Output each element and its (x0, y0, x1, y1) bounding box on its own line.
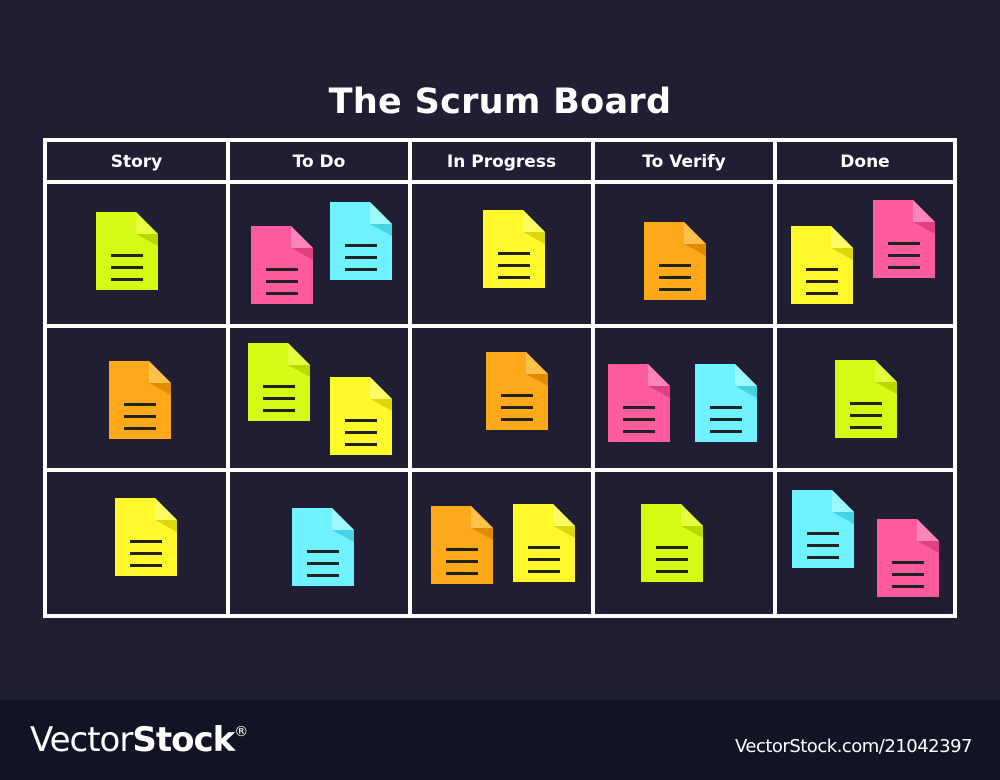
grid-line-vertical (591, 138, 595, 618)
document-icon (330, 202, 392, 280)
document-icon (873, 200, 935, 278)
sticky-note-lime[interactable] (641, 504, 703, 582)
document-icon (486, 352, 548, 430)
footer-bar: VectorStock® VectorStock.com/21042397 (0, 700, 1000, 780)
document-icon (835, 360, 897, 438)
grid-line-vertical (226, 138, 230, 618)
sticky-note-lime[interactable] (835, 360, 897, 438)
sticky-note-yellow[interactable] (513, 504, 575, 582)
scrum-board: Story To Do In Progress To Verify Done (43, 138, 957, 618)
sticky-note-orange[interactable] (109, 361, 171, 439)
document-icon (330, 377, 392, 455)
column-header-done[interactable]: Done (777, 142, 953, 182)
document-icon (608, 364, 670, 442)
document-icon (644, 222, 706, 300)
document-icon (431, 506, 493, 584)
board-title: The Scrum Board (328, 82, 672, 122)
grid-line-vertical (408, 138, 412, 618)
sticky-note-cyan[interactable] (330, 202, 392, 280)
document-icon (248, 343, 310, 421)
document-icon (877, 519, 939, 597)
column-header-to-do[interactable]: To Do (230, 142, 408, 182)
column-header-story[interactable]: Story (47, 142, 226, 182)
grid-line-horizontal (43, 468, 957, 472)
stock-id: VectorStock.com/21042397 (734, 736, 973, 757)
document-icon (513, 504, 575, 582)
sticky-note-yellow[interactable] (791, 226, 853, 304)
document-icon (251, 226, 313, 304)
document-icon (96, 212, 158, 290)
sticky-note-pink[interactable] (873, 200, 935, 278)
sticky-note-orange[interactable] (486, 352, 548, 430)
grid-line-vertical (953, 138, 957, 618)
sticky-note-cyan[interactable] (292, 508, 354, 586)
registered-mark: ® (234, 724, 248, 740)
sticky-note-orange[interactable] (431, 506, 493, 584)
sticky-note-pink[interactable] (877, 519, 939, 597)
document-icon (115, 498, 177, 576)
column-header-to-verify[interactable]: To Verify (595, 142, 773, 182)
sticky-note-lime[interactable] (96, 212, 158, 290)
sticky-note-pink[interactable] (251, 226, 313, 304)
sticky-note-lime[interactable] (248, 343, 310, 421)
grid-line-vertical (773, 138, 777, 618)
document-icon (483, 210, 545, 288)
document-icon (292, 508, 354, 586)
column-header-in-progress[interactable]: In Progress (412, 142, 591, 182)
grid-line-horizontal (43, 614, 957, 618)
vectorstock-logo[interactable]: VectorStock® (30, 720, 248, 760)
document-icon (641, 504, 703, 582)
sticky-note-yellow[interactable] (330, 377, 392, 455)
document-icon (109, 361, 171, 439)
logo-bold-text: Stock (132, 720, 235, 760)
sticky-note-pink[interactable] (608, 364, 670, 442)
sticky-note-cyan[interactable] (792, 490, 854, 568)
document-icon (791, 226, 853, 304)
grid-line-vertical (43, 138, 47, 618)
logo-light-text: Vector (30, 720, 133, 760)
sticky-note-yellow[interactable] (115, 498, 177, 576)
sticky-note-cyan[interactable] (695, 364, 757, 442)
grid-line-horizontal (43, 324, 957, 328)
document-icon (792, 490, 854, 568)
document-icon (695, 364, 757, 442)
sticky-note-orange[interactable] (644, 222, 706, 300)
sticky-note-yellow[interactable] (483, 210, 545, 288)
